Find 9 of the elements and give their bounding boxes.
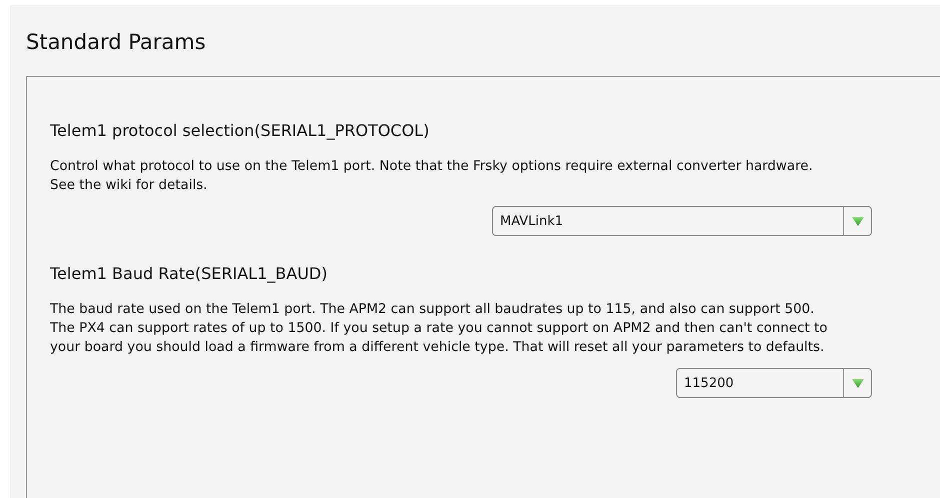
value-dropdown[interactable]: 115200 (676, 368, 872, 398)
param-name: Telem1 Baud Rate(SERIAL1_BAUD) (50, 264, 328, 283)
dropdown-arrow-icon (852, 378, 864, 388)
dropdown-arrow-icon (852, 216, 864, 226)
section-title: Standard Params (26, 30, 207, 54)
param-name: Telem1 protocol selection(SERIAL1_PROTOCOL) (50, 121, 430, 140)
param-description: The baud rate used on the Telem1 port. The APM2 can support all baudrates up to 115, and also can support 500. The PX4 can support rates of up to 1500. If you setup a rate you cannot support on APM2 and then can't connect to your board you should load a firmware from a different vehicle type. That will reset all your parameters to defaults. (50, 301, 828, 357)
param-description: Control what protocol to use on the Telem1 port. Note that the Frsky options require external converter hardware. See the wiki for details. (50, 158, 814, 195)
value-dropdown[interactable]: MAVLink1 (492, 206, 872, 236)
